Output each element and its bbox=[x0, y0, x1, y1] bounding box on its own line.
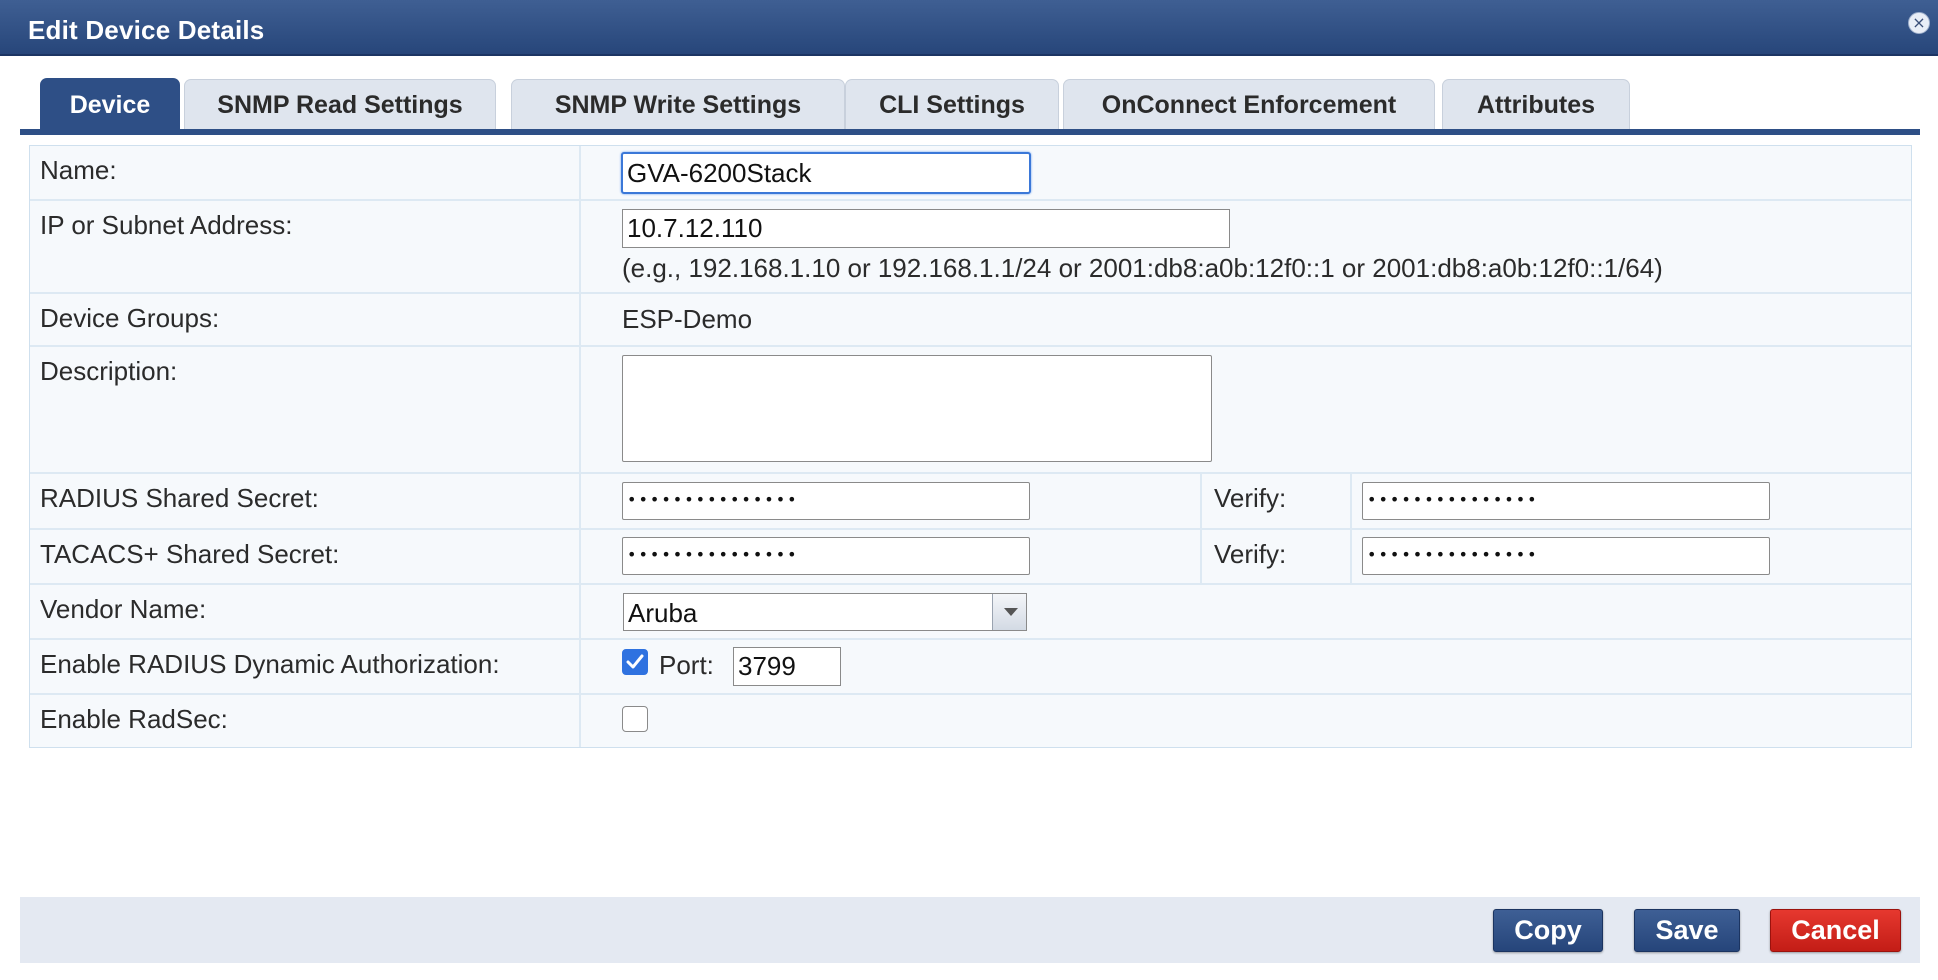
edit-device-dialog: Edit Device Details × Device SNMP Read S… bbox=[0, 0, 1938, 980]
row-tacacs-secret: TACACS+ Shared Secret: ••••••••••••••• V… bbox=[30, 530, 1911, 585]
row-device-groups: Device Groups: ESP-Demo bbox=[30, 294, 1911, 347]
tab-snmp-read-settings[interactable]: SNMP Read Settings bbox=[184, 79, 496, 130]
tab-underline bbox=[20, 129, 1920, 135]
port-input[interactable] bbox=[733, 647, 841, 686]
ip-address-hint: (e.g., 192.168.1.10 or 192.168.1.1/24 or… bbox=[622, 253, 1663, 283]
name-input[interactable] bbox=[621, 152, 1031, 194]
device-groups-value-cell: ESP-Demo bbox=[591, 294, 1911, 345]
row-ip-address: IP or Subnet Address: (e.g., 192.168.1.1… bbox=[30, 201, 1911, 294]
tab-device[interactable]: Device bbox=[40, 78, 180, 131]
ip-address-input[interactable] bbox=[622, 209, 1230, 248]
row-description: Description: bbox=[30, 347, 1911, 474]
vendor-name-select[interactable]: Aruba bbox=[623, 593, 1027, 631]
chevron-down-icon bbox=[1004, 608, 1018, 616]
device-groups-value: ESP-Demo bbox=[622, 304, 753, 334]
tacacs-secret-label: TACACS+ Shared Secret: bbox=[30, 530, 581, 583]
radsec-checkbox[interactable] bbox=[622, 706, 648, 732]
close-icon[interactable]: × bbox=[1908, 12, 1930, 34]
dialog-title: Edit Device Details bbox=[28, 15, 265, 45]
radius-secret-input[interactable]: ••••••••••••••• bbox=[622, 482, 1030, 520]
dialog-footer: Copy Save Cancel bbox=[20, 897, 1920, 963]
radius-dynamic-auth-value-cell: Port: bbox=[591, 640, 1911, 693]
vendor-name-label: Vendor Name: bbox=[30, 585, 581, 638]
vendor-dropdown-button[interactable] bbox=[992, 594, 1026, 630]
radsec-label: Enable RadSec: bbox=[30, 695, 581, 747]
radius-secret-label: RADIUS Shared Secret: bbox=[30, 474, 581, 528]
tab-attributes[interactable]: Attributes bbox=[1442, 79, 1630, 130]
copy-button[interactable]: Copy bbox=[1493, 909, 1603, 952]
row-radius-secret: RADIUS Shared Secret: ••••••••••••••• Ve… bbox=[30, 474, 1911, 530]
row-vendor-name: Vendor Name: Aruba bbox=[30, 585, 1911, 640]
row-radsec: Enable RadSec: bbox=[30, 695, 1911, 747]
description-textarea[interactable] bbox=[622, 355, 1212, 462]
name-label: Name: bbox=[30, 146, 581, 199]
radius-dynamic-auth-checkbox[interactable] bbox=[622, 649, 648, 675]
description-value-cell bbox=[591, 347, 1911, 472]
cancel-button[interactable]: Cancel bbox=[1770, 909, 1901, 952]
name-value-cell bbox=[591, 146, 1911, 199]
row-name: Name: bbox=[30, 146, 1911, 201]
radius-verify-label: Verify: bbox=[1200, 474, 1352, 528]
vendor-name-selected-value: Aruba bbox=[628, 598, 698, 628]
tab-bar: Device SNMP Read Settings SNMP Write Set… bbox=[20, 78, 1920, 135]
tacacs-secret-input[interactable]: ••••••••••••••• bbox=[622, 537, 1030, 575]
ip-address-value-cell: (e.g., 192.168.1.10 or 192.168.1.1/24 or… bbox=[591, 201, 1911, 292]
ip-address-label: IP or Subnet Address: bbox=[30, 201, 581, 292]
tab-snmp-write-settings[interactable]: SNMP Write Settings bbox=[511, 79, 845, 130]
tab-cli-settings[interactable]: CLI Settings bbox=[845, 79, 1059, 130]
save-button[interactable]: Save bbox=[1634, 909, 1740, 952]
row-radius-dynamic-auth: Enable RADIUS Dynamic Authorization: Por… bbox=[30, 640, 1911, 695]
tacacs-verify-input[interactable]: ••••••••••••••• bbox=[1362, 537, 1770, 575]
tab-onconnect-enforcement[interactable]: OnConnect Enforcement bbox=[1063, 79, 1435, 130]
radius-dynamic-auth-label: Enable RADIUS Dynamic Authorization: bbox=[30, 640, 581, 693]
device-form: Name: IP or Subnet Address: (e.g., 192.1… bbox=[29, 145, 1912, 748]
tacacs-verify-label: Verify: bbox=[1200, 530, 1352, 583]
description-label: Description: bbox=[30, 347, 581, 472]
radius-verify-input[interactable]: ••••••••••••••• bbox=[1362, 482, 1770, 520]
radsec-value-cell bbox=[591, 695, 1911, 747]
port-label: Port: bbox=[659, 650, 714, 680]
checkmark-icon bbox=[626, 654, 644, 669]
dialog-title-bar: Edit Device Details × bbox=[0, 0, 1938, 56]
device-groups-label: Device Groups: bbox=[30, 294, 581, 345]
